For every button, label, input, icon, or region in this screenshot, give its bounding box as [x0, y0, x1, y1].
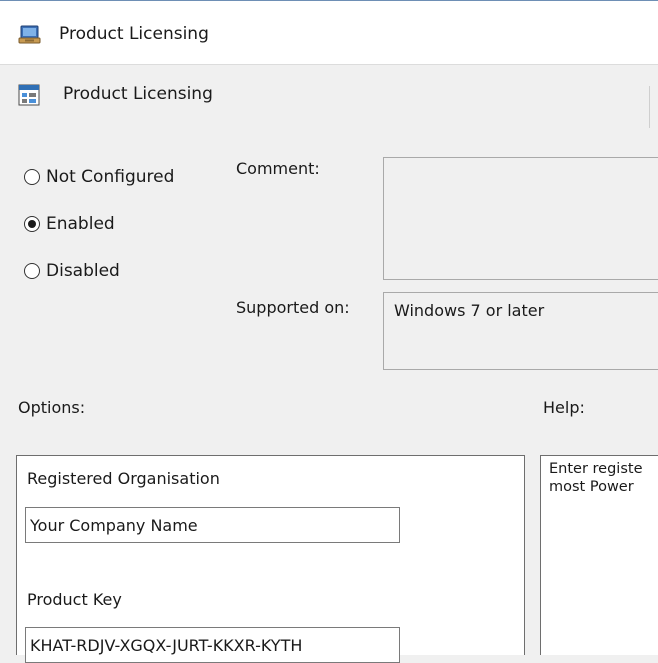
radio-circle[interactable]	[24, 263, 40, 279]
help-label: Help:	[543, 398, 585, 417]
options-panel: Registered Organisation Product Key	[16, 455, 525, 663]
supported-on-field: Windows 7 or later	[383, 292, 658, 370]
product-key-label: Product Key	[27, 590, 122, 609]
gpo-computer-icon	[18, 25, 41, 44]
window-title: Product Licensing	[59, 24, 209, 44]
title-separator	[0, 64, 658, 65]
registered-organisation-input[interactable]	[25, 507, 400, 543]
radio-label: Not Configured	[46, 167, 175, 187]
comment-field[interactable]	[383, 157, 658, 280]
radio-disabled[interactable]: Disabled	[24, 261, 120, 281]
radio-circle[interactable]	[24, 216, 40, 232]
supported-on-label: Supported on:	[236, 298, 350, 317]
radio-label: Enabled	[46, 214, 115, 234]
policy-name: Product Licensing	[63, 84, 213, 104]
toolbar-divider	[649, 86, 650, 128]
help-text: Enter registe most Power	[549, 461, 643, 495]
radio-selected-dot	[28, 220, 36, 228]
policy-setting-icon	[18, 84, 40, 106]
radio-not-configured[interactable]: Not Configured	[24, 167, 174, 187]
help-panel[interactable]: Enter registe most Power	[540, 455, 658, 655]
options-label: Options:	[18, 398, 86, 417]
radio-circle[interactable]	[24, 169, 40, 185]
supported-on-value: Windows 7 or later	[394, 301, 545, 320]
radio-enabled[interactable]: Enabled	[24, 214, 115, 234]
title-bar[interactable]: Product Licensing	[0, 0, 658, 64]
radio-label: Disabled	[46, 261, 120, 281]
product-key-input[interactable]	[25, 627, 400, 663]
registered-organisation-label: Registered Organisation	[27, 469, 220, 488]
comment-label: Comment:	[236, 159, 320, 178]
